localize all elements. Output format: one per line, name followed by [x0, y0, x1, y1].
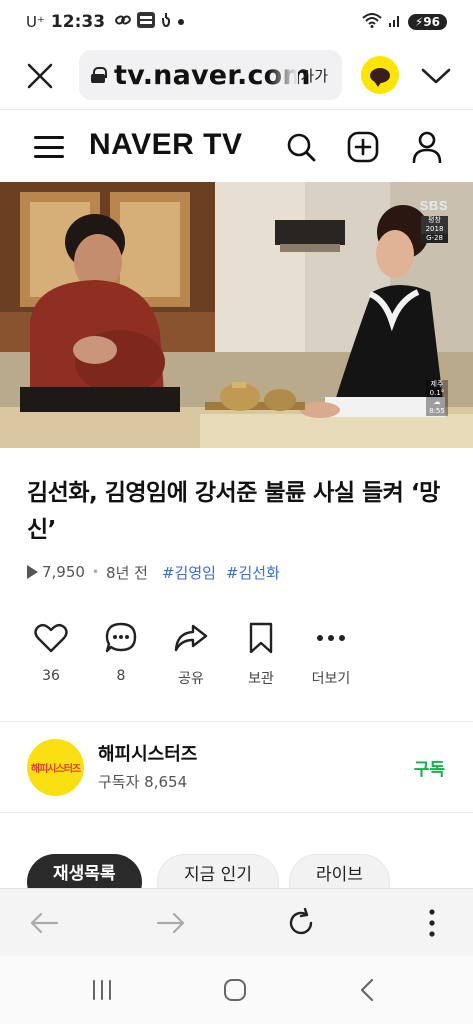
video-player[interactable]: SBS 평창 2018 G-28 제주 0.1° ☁ 8:55 — [0, 182, 473, 448]
forward-button[interactable] — [151, 903, 191, 943]
weather-time: 8:55 — [429, 407, 445, 415]
more-icon — [313, 620, 349, 656]
page: U⁺ 12:33 ⚡96 tv.naver.com 가가 NAVER TV SB… — [0, 0, 473, 1024]
upload-button[interactable] — [346, 130, 380, 164]
like-button[interactable]: 36 — [16, 620, 86, 684]
recent-apps-icon — [93, 980, 111, 1000]
arrow-left-icon — [30, 912, 59, 934]
arrow-right-icon — [156, 912, 185, 934]
save-label: 보관 — [248, 671, 274, 687]
notification-icon — [161, 12, 171, 32]
home-icon — [224, 979, 246, 1001]
weather-overlay: 제주 0.1° ☁ 8:55 — [426, 380, 448, 416]
profile-button[interactable] — [410, 130, 444, 164]
share-label: 공유 — [178, 671, 204, 687]
tab-live[interactable]: 라이브 — [289, 854, 390, 888]
more-button[interactable]: 더보기 — [296, 620, 366, 688]
weather-location: 제주 — [430, 380, 444, 388]
hashtag-link[interactable]: #김영임 — [162, 562, 216, 583]
home-button[interactable] — [215, 972, 255, 1008]
search-button[interactable] — [284, 130, 318, 164]
chevron-down-icon — [421, 68, 451, 84]
browser-menu-button[interactable] — [416, 56, 456, 96]
close-button[interactable] — [20, 56, 60, 96]
plus-square-icon — [347, 131, 379, 163]
share-icon — [173, 620, 209, 656]
more-vertical-icon — [429, 909, 435, 937]
wifi-icon — [362, 12, 382, 33]
reload-icon — [289, 908, 313, 935]
back-button[interactable] — [24, 903, 64, 943]
status-right: ⚡96 — [362, 12, 447, 33]
view-count: 7,950 — [42, 563, 85, 581]
channel-row: 해피시스터즈 해피시스터즈 구독자 8,654 구독 — [0, 722, 473, 812]
olympic-badge-line1: 평창 2018 — [421, 216, 448, 234]
menu-line — [34, 136, 64, 139]
hamburger-menu-button[interactable] — [34, 136, 64, 158]
naver-tv-header: NAVER TV — [0, 112, 473, 182]
menu-line — [34, 145, 64, 149]
address-field[interactable]: tv.naver.com 가가 — [79, 50, 342, 100]
save-button[interactable]: 보관 — [226, 620, 296, 688]
browser-url-bar: tv.naver.com 가가 — [0, 44, 473, 110]
tab-trending[interactable]: 지금 인기 — [157, 854, 279, 888]
user-icon — [412, 131, 442, 163]
meta-separator: • — [91, 565, 100, 579]
naver-tv-logo[interactable]: NAVER TV — [89, 128, 242, 162]
clip-title: 김선화, 김영임에 강서준 불륜 사실 들켜 ‘망신’ — [27, 480, 440, 543]
system-navigation — [0, 956, 473, 1024]
weather-temperature: 0.1° — [429, 389, 445, 397]
channel-name[interactable]: 해피시스터즈 — [98, 740, 197, 766]
kakao-talk-button[interactable] — [361, 56, 399, 94]
system-back-button[interactable] — [347, 972, 387, 1008]
more-label: 더보기 — [311, 671, 351, 687]
bookmark-icon — [243, 620, 279, 656]
browser-toolbar — [0, 888, 473, 956]
dot-icon — [177, 15, 185, 30]
broadcaster-logo: SBS — [419, 198, 448, 213]
upload-age: 8년 전 — [106, 563, 148, 582]
comment-icon — [103, 620, 139, 656]
comment-count: 8 — [116, 668, 126, 684]
link-icon — [115, 13, 131, 31]
weather-icon: ☁ — [433, 398, 441, 406]
subscribe-button[interactable]: 구독 — [414, 755, 445, 780]
comment-button[interactable]: 8 — [86, 620, 156, 684]
tab-chips: 재생목록 지금 인기 라이브 — [0, 854, 473, 888]
channel-avatar[interactable]: 해피시스터즈 — [27, 739, 84, 796]
carrier-label: U⁺ — [26, 13, 45, 31]
reload-button[interactable] — [281, 903, 321, 943]
chevron-left-icon — [360, 978, 374, 1002]
action-bar: 36 8 공유 보관 더보기 — [0, 620, 473, 692]
lock-icon — [91, 67, 107, 83]
subscriber-count: 구독자 8,654 — [98, 773, 188, 791]
close-icon — [27, 63, 53, 89]
url-fade — [268, 50, 298, 100]
menu-line — [34, 155, 64, 158]
heart-icon — [33, 620, 69, 656]
status-time: 12:33 — [50, 12, 106, 32]
battery-indicator: ⚡96 — [407, 14, 447, 30]
olympic-badge: 평창 2018 G-28 — [421, 216, 448, 243]
browser-more-button[interactable] — [412, 903, 452, 943]
battery-level: 96 — [423, 15, 440, 29]
kakao-talk-icon — [370, 67, 390, 87]
text-size-button[interactable]: 가가 — [300, 65, 328, 86]
like-count: 36 — [42, 668, 60, 684]
share-button[interactable]: 공유 — [156, 620, 226, 688]
recent-apps-button[interactable] — [82, 972, 122, 1008]
play-count-icon — [27, 565, 38, 579]
divider — [0, 812, 473, 813]
signal-icon — [388, 12, 402, 32]
channel-avatar-logo: 해피시스터즈 — [30, 764, 81, 775]
video-frame — [0, 182, 473, 448]
status-bar: U⁺ 12:33 ⚡96 — [0, 0, 473, 44]
tab-playlist[interactable]: 재생목록 — [27, 854, 142, 888]
olympic-badge-line2: G-28 — [421, 234, 448, 243]
hashtag-link[interactable]: #김선화 — [226, 562, 280, 583]
clip-meta: 7,950 • 8년 전 #김영임 #김선화 — [27, 560, 280, 584]
cid-icon — [137, 12, 156, 32]
search-icon — [287, 133, 316, 162]
